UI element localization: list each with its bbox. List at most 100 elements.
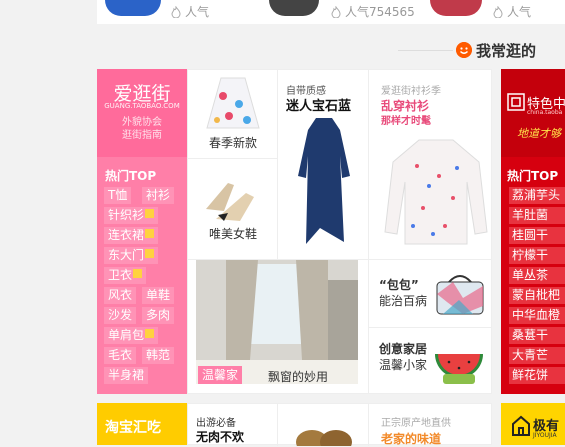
shoes-card[interactable]: 唯美女鞋 — [188, 159, 278, 260]
hot-tag[interactable]: 桑葚干 — [509, 327, 565, 344]
meat-card[interactable]: 出游必备 无肉不欢 — [188, 404, 278, 446]
new-badge-icon — [133, 269, 143, 278]
shirt-card[interactable]: 爱逛街衬衫季 乱穿衬衫 那样才时髦 — [369, 70, 492, 260]
smile-icon — [456, 42, 472, 58]
dress-title: 迷人宝石蓝 — [286, 99, 352, 114]
popularity-label: 人气 — [507, 5, 532, 19]
shoes-label: 唯美女鞋 — [208, 227, 257, 241]
hot-tag[interactable]: 羊肚菌 — [509, 207, 565, 224]
dress-image — [298, 118, 350, 244]
jiyoujia-logo[interactable]: 极有 JIYOUJIA — [501, 403, 565, 445]
skirt-label: 春季新款 — [208, 136, 257, 150]
china-specialty-panel: 特色中 china.taoba 地道才够 热门TOP 荔浦芋头 羊肚菌 桂圆干 … — [501, 69, 565, 394]
home-window-card[interactable]: 温馨家 飘窗的妙用 — [188, 260, 369, 394]
hometown-card[interactable]: 正宗原产地直供 老家的味道 — [369, 404, 492, 446]
hot-tag[interactable]: 桂圆干 — [509, 227, 565, 244]
product-grid: 春季新款 唯美女鞋 自带质感 迷人宝石蓝 爱逛街衬衫季 乱穿衬衫 那样才时髦 温… — [187, 69, 492, 394]
meat-subtitle: 出游必备 — [196, 418, 236, 429]
guang-logo-url: GUANG.TAOBAO.COM — [104, 102, 180, 110]
bottom-row: 淘宝汇吃 出游必备 无肉不欢 正宗原产地直供 老家的味道 极有 JIYOUJIA — [97, 403, 565, 446]
jiyoujia-sub: JIYOUJIA — [533, 432, 557, 439]
product-thumb[interactable] — [430, 0, 482, 16]
hot-tag[interactable]: 荔浦芋头 — [509, 187, 565, 204]
guang-panel: 爱逛街 GUANG.TAOBAO.COM 外貌协会 逛街指南 热门TOP T恤 衬… — [97, 69, 187, 394]
house-icon — [512, 415, 530, 436]
hometown-subtitle: 正宗原产地直供 — [381, 418, 451, 429]
deco-title: 创意家居 — [379, 342, 428, 356]
china-seal-icon — [507, 93, 525, 111]
flame-icon — [171, 6, 181, 18]
skirt-image — [206, 77, 260, 129]
hot-tag[interactable]: 蒙自枇杷 — [509, 287, 565, 304]
bag-card[interactable]: “包包” 能治百病 — [369, 260, 492, 328]
hot-tag[interactable]: 柠檬干 — [509, 247, 565, 264]
flame-icon — [493, 6, 503, 18]
home-caption: 飘窗的妙用 — [268, 370, 329, 384]
china-logo-sub: china.taoba — [527, 109, 563, 116]
header-divider — [398, 50, 453, 51]
hot-tag[interactable]: 单鞋 — [142, 287, 175, 304]
snack-card[interactable] — [278, 404, 369, 446]
new-badge-icon — [145, 209, 155, 218]
hot-tag[interactable]: 衬衫 — [142, 187, 175, 204]
guang-sub-1: 外貌协会 — [122, 117, 162, 128]
shoes-image — [206, 183, 254, 221]
flame-icon — [331, 6, 341, 18]
guang-logo[interactable]: 爱逛街 GUANG.TAOBAO.COM 外貌协会 逛街指南 — [97, 69, 187, 157]
section-title: 我常逛的 — [476, 42, 537, 60]
skirt-card[interactable]: 春季新款 — [188, 70, 278, 159]
hot-tag-label: 卫衣 — [108, 268, 133, 282]
huichi-title: 淘宝汇吃 — [105, 420, 161, 436]
product-thumb[interactable] — [269, 0, 319, 16]
shirt-title-2: 那样才时髦 — [381, 116, 431, 127]
hot-tag[interactable]: 半身裙 — [104, 367, 149, 384]
product-thumb[interactable] — [105, 0, 161, 16]
food-grid: 出游必备 无肉不欢 正宗原产地直供 老家的味道 — [187, 403, 492, 446]
deco-subtitle: 温馨小家 — [379, 358, 428, 372]
china-specialty-logo[interactable]: 特色中 china.taoba 地道才够 — [501, 69, 565, 157]
hot-tag[interactable]: 卫衣 — [104, 267, 147, 284]
popularity-label: 人气754565 — [345, 5, 415, 19]
hot-tag[interactable]: 东大门 — [104, 247, 159, 264]
new-badge-icon — [145, 229, 155, 238]
hot-tag-label: 连衣裙 — [108, 228, 145, 242]
hometown-title: 老家的味道 — [381, 432, 442, 446]
hot-tag[interactable]: 风衣 — [104, 287, 137, 304]
hot-tag-label: 针织衫 — [108, 208, 145, 222]
hot-tag-label: 东大门 — [108, 248, 145, 262]
hot-top-label: 热门TOP — [105, 169, 157, 183]
hot-tag[interactable]: 多肉 — [142, 307, 175, 324]
bag-subtitle: 能治百病 — [379, 294, 428, 308]
hot-tag[interactable]: 中华血橙 — [509, 307, 565, 324]
section-header: 我常逛的 — [398, 38, 565, 62]
bag-title: “包包” — [379, 278, 419, 292]
bag-image — [436, 275, 484, 315]
hot-tag[interactable]: 韩范 — [142, 347, 175, 364]
china-logo-slogan: 地道才够 — [517, 127, 561, 140]
walnut-image — [296, 430, 352, 446]
top-product-strip: 人气 人气754565 人气 — [97, 0, 565, 24]
hot-tag[interactable]: 单丛茶 — [509, 267, 565, 284]
hot-tag[interactable]: 沙发 — [104, 307, 137, 324]
home-deco-card[interactable]: 创意家居 温馨小家 — [369, 328, 492, 394]
hot-tag[interactable]: 大青芒 — [509, 347, 565, 364]
hot-tag[interactable]: T恤 — [104, 187, 132, 204]
hot-tag[interactable]: 毛衣 — [104, 347, 137, 364]
dress-card[interactable]: 自带质感 迷人宝石蓝 — [278, 70, 369, 260]
guang-sub-2: 逛街指南 — [122, 130, 162, 141]
new-badge-icon — [145, 329, 155, 338]
guang-logo-sub: 外貌协会 逛街指南 — [97, 116, 187, 142]
hot-tag-label: 单肩包 — [108, 328, 145, 342]
popularity-item: 人气754565 — [330, 3, 415, 20]
popularity-item: 人气 — [492, 3, 531, 20]
popularity-item: 人气 — [170, 3, 209, 20]
home-badge: 温馨家 — [198, 366, 243, 384]
hot-tag[interactable]: 单肩包 — [104, 327, 159, 344]
hot-tag[interactable]: 针织衫 — [104, 207, 159, 224]
shirt-subtitle: 爱逛街衬衫季 — [381, 86, 441, 97]
taobao-huichi-logo[interactable]: 淘宝汇吃 — [97, 403, 187, 445]
hot-tag[interactable]: 连衣裙 — [104, 227, 159, 244]
hot-tag[interactable]: 鲜花饼 — [509, 367, 565, 384]
popularity-label: 人气 — [185, 5, 210, 19]
new-badge-icon — [145, 249, 155, 258]
